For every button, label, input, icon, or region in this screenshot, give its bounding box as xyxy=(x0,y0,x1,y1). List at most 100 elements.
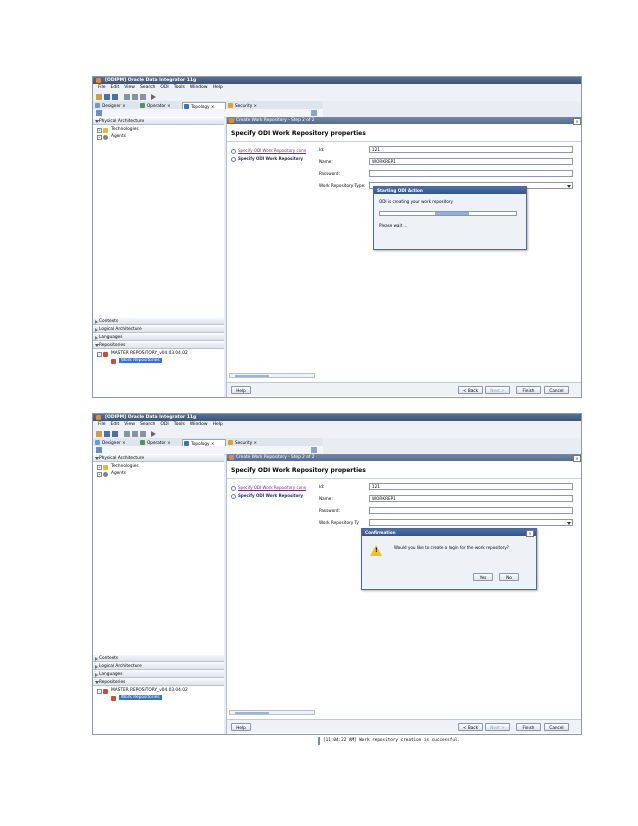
contexts-header[interactable]: Contexts xyxy=(93,655,224,662)
back-button[interactable]: < Back xyxy=(458,386,483,394)
tree-master-repository[interactable]: - MASTER REPOSITORY_v04.03.04.02 xyxy=(95,351,188,357)
languages-header[interactable]: Languages xyxy=(93,334,224,341)
step-properties[interactable]: Specify ODI Work Repository xyxy=(229,155,303,162)
connect-icon[interactable] xyxy=(96,110,102,116)
menu-help[interactable]: Help xyxy=(213,84,223,92)
languages-header[interactable]: Languages xyxy=(93,671,224,678)
steps-scrollbar[interactable] xyxy=(229,373,315,378)
cut-icon[interactable] xyxy=(124,93,130,100)
menu-edit[interactable]: Edit xyxy=(111,421,120,429)
name-field[interactable]: WORKREP1 xyxy=(369,158,573,165)
next-button[interactable]: Next > xyxy=(485,386,510,394)
tree-technologies[interactable]: + Technologies xyxy=(95,464,139,470)
tab-topology[interactable]: Topology × xyxy=(182,439,226,446)
save-icon[interactable] xyxy=(104,93,110,100)
navigator-menu-icon[interactable] xyxy=(311,110,317,116)
menu-search[interactable]: Search xyxy=(140,421,155,429)
repositories-header[interactable]: Repositories xyxy=(93,679,224,686)
tree-agents[interactable]: + Agents xyxy=(95,134,126,140)
id-field[interactable]: 121 xyxy=(369,483,573,490)
close-icon[interactable]: × xyxy=(254,103,258,108)
step-connection[interactable]: Specify ODI Work Repository conn xyxy=(229,484,306,491)
tab-operator[interactable]: Operator × xyxy=(139,102,181,109)
menu-odi[interactable]: ODI xyxy=(160,84,168,92)
menu-search[interactable]: Search xyxy=(140,84,155,92)
close-icon[interactable]: × xyxy=(122,440,126,445)
expand-icon[interactable]: - xyxy=(97,689,102,694)
finish-button[interactable]: Finish xyxy=(516,386,541,394)
tree-technologies[interactable]: + Technologies xyxy=(95,127,139,133)
paste-icon[interactable] xyxy=(140,430,146,437)
work-repository-type-select[interactable] xyxy=(369,519,573,526)
paste-icon[interactable] xyxy=(140,93,146,100)
close-icon[interactable]: × xyxy=(254,440,258,445)
menu-file[interactable]: File xyxy=(98,421,106,429)
cut-icon[interactable] xyxy=(124,430,130,437)
expand-icon[interactable]: + xyxy=(97,135,102,140)
copy-icon[interactable] xyxy=(132,430,138,437)
no-button[interactable]: No xyxy=(499,573,519,581)
menu-edit[interactable]: Edit xyxy=(111,84,120,92)
name-field[interactable]: WORKREP1 xyxy=(369,495,573,502)
step-connection[interactable]: Specify ODI Work Repository conn xyxy=(229,147,306,154)
tree-work-repositories[interactable]: Work Repositories xyxy=(103,358,162,364)
menu-window[interactable]: Window xyxy=(190,84,208,92)
physical-architecture-header[interactable]: Physical Architecture xyxy=(93,118,224,125)
finish-button[interactable]: Finish xyxy=(516,723,541,731)
copy-icon[interactable] xyxy=(132,93,138,100)
menu-view[interactable]: View xyxy=(124,421,135,429)
password-field[interactable] xyxy=(369,170,573,177)
id-field[interactable]: 121 xyxy=(369,146,573,153)
save-all-icon[interactable] xyxy=(112,430,118,437)
close-icon[interactable]: × xyxy=(573,455,581,462)
tab-designer[interactable]: Designer × xyxy=(94,102,138,109)
tab-security[interactable]: Security × xyxy=(227,102,269,109)
run-icon[interactable] xyxy=(151,430,156,437)
tree-work-repositories[interactable]: Work Repositories xyxy=(103,695,162,701)
menu-window[interactable]: Window xyxy=(190,421,208,429)
navigator-menu-icon[interactable] xyxy=(311,447,317,453)
tab-security[interactable]: Security × xyxy=(227,439,269,446)
next-button[interactable]: Next > xyxy=(485,723,510,731)
tab-operator[interactable]: Operator × xyxy=(139,439,181,446)
save-icon[interactable] xyxy=(104,430,110,437)
connect-icon[interactable] xyxy=(96,447,102,453)
menu-view[interactable]: View xyxy=(124,84,135,92)
logical-architecture-header[interactable]: Logical Architecture xyxy=(93,326,224,333)
contexts-header[interactable]: Contexts xyxy=(93,318,224,325)
menu-odi[interactable]: ODI xyxy=(160,421,168,429)
tree-master-repository[interactable]: - MASTER REPOSITORY_v04.03.04.02 xyxy=(95,688,188,694)
save-all-icon[interactable] xyxy=(112,93,118,100)
tree-agents[interactable]: + Agents xyxy=(95,471,126,477)
expand-icon[interactable]: + xyxy=(97,128,102,133)
logical-architecture-header[interactable]: Logical Architecture xyxy=(93,663,224,670)
cancel-button[interactable]: Cancel xyxy=(544,723,569,731)
menu-tools[interactable]: Tools xyxy=(174,84,185,92)
close-icon[interactable]: × xyxy=(167,440,171,445)
yes-button[interactable]: Yes xyxy=(473,573,493,581)
menu-tools[interactable]: Tools xyxy=(174,421,185,429)
scrollbar-thumb[interactable] xyxy=(235,375,269,377)
help-button[interactable]: Help xyxy=(231,386,251,394)
tab-topology[interactable]: Topology × xyxy=(182,102,226,109)
back-button[interactable]: < Back xyxy=(458,723,483,731)
new-icon[interactable] xyxy=(96,430,102,437)
scrollbar-thumb[interactable] xyxy=(235,712,269,714)
menu-file[interactable]: File xyxy=(98,84,106,92)
password-field[interactable] xyxy=(369,507,573,514)
steps-scrollbar[interactable] xyxy=(229,710,315,715)
repositories-header[interactable]: Repositories xyxy=(93,342,224,349)
step-properties[interactable]: Specify ODI Work Repository xyxy=(229,492,303,499)
cancel-button[interactable]: Cancel xyxy=(544,386,569,394)
expand-icon[interactable]: + xyxy=(97,472,102,477)
run-icon[interactable] xyxy=(151,93,156,100)
physical-architecture-header[interactable]: Physical Architecture xyxy=(93,455,224,462)
menu-help[interactable]: Help xyxy=(213,421,223,429)
close-icon[interactable]: × xyxy=(526,530,534,537)
expand-icon[interactable]: + xyxy=(97,465,102,470)
expand-icon[interactable]: - xyxy=(97,352,102,357)
close-icon[interactable]: × xyxy=(167,103,171,108)
close-icon[interactable]: × xyxy=(122,103,126,108)
tab-designer[interactable]: Designer × xyxy=(94,439,138,446)
close-icon[interactable]: × xyxy=(573,118,581,125)
